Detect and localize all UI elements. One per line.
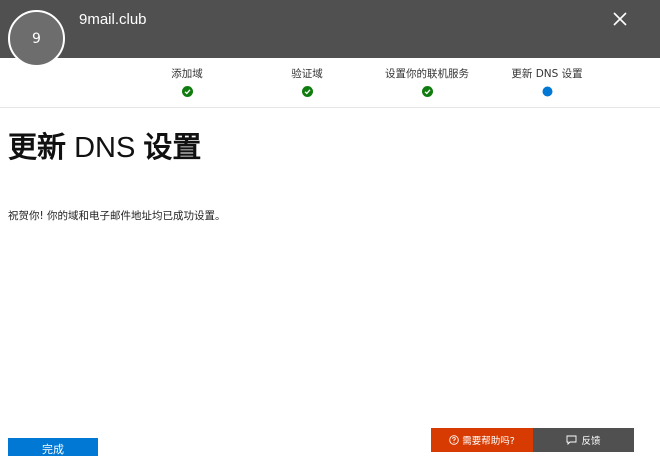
need-help-label: 需要帮助吗? xyxy=(462,436,515,447)
step-setup-services: 设置你的联机服务 xyxy=(367,66,487,97)
title-part: 更新 xyxy=(8,130,67,164)
page-title: 更新 DNS 设置 xyxy=(8,124,201,166)
step-label: 设置你的联机服务 xyxy=(385,68,469,80)
title-part: DNS xyxy=(66,132,144,164)
feedback-icon xyxy=(567,435,577,445)
step-label: 添加域 xyxy=(171,68,203,80)
feedback-button[interactable]: 反馈 xyxy=(533,428,634,452)
title-part: 设置 xyxy=(143,130,202,164)
done-button[interactable]: 完成 xyxy=(8,438,98,456)
need-help-button[interactable]: 需要帮助吗? xyxy=(431,428,533,452)
success-message: 祝贺你! 你的域和电子邮件地址均已成功设置。 xyxy=(8,210,226,222)
domain-name: 9mail.club xyxy=(79,11,147,28)
avatar: 9 xyxy=(8,10,65,67)
check-circle-icon xyxy=(181,86,193,97)
current-step-dot-icon xyxy=(542,86,552,97)
close-icon[interactable] xyxy=(609,8,631,30)
check-circle-icon xyxy=(301,86,313,97)
step-verify-domain: 验证域 xyxy=(247,66,367,97)
step-update-dns: 更新 DNS 设置 xyxy=(487,66,607,97)
top-bar: 9mail.club xyxy=(0,0,660,58)
feedback-label: 反馈 xyxy=(581,436,601,447)
step-label: 验证域 xyxy=(291,68,323,80)
question-circle-icon xyxy=(449,435,459,445)
step-label: 更新 DNS 设置 xyxy=(511,68,583,80)
check-circle-icon xyxy=(421,86,433,97)
step-add-domain: 添加域 xyxy=(127,66,247,97)
progress-steps: 添加域 验证域 设置你的联机服务 更新 DNS 设置 xyxy=(0,58,660,108)
